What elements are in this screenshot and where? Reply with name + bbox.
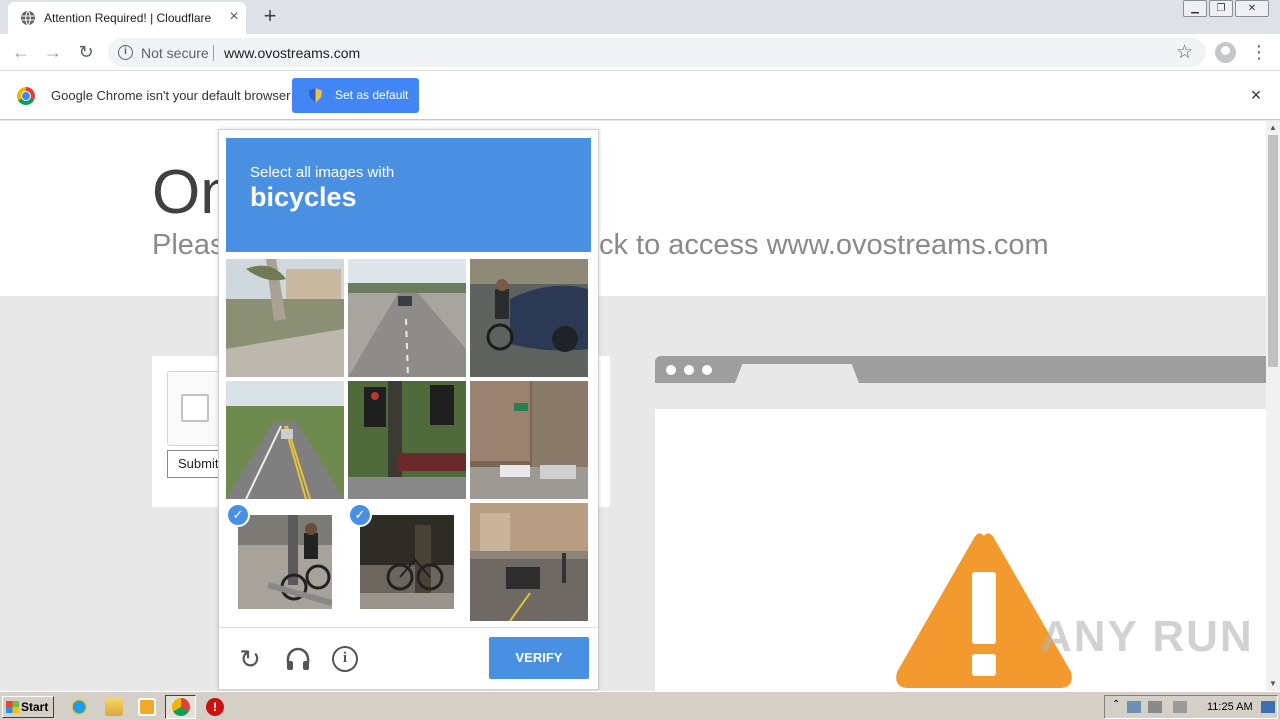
chrome-logo-icon xyxy=(172,698,190,716)
info-icon[interactable]: i xyxy=(118,45,133,60)
illustration-dot xyxy=(684,365,694,375)
globe-icon xyxy=(21,10,35,26)
captcha-tile-8[interactable]: ✓ xyxy=(348,503,466,621)
folder-icon[interactable] xyxy=(105,698,123,716)
tile-image xyxy=(470,259,588,377)
captcha-tile-6[interactable] xyxy=(470,381,588,499)
minimize-button[interactable]: ▁ xyxy=(1183,0,1207,17)
reload-page-button[interactable]: ↻ xyxy=(74,40,98,64)
illustration-title-bar xyxy=(655,356,1266,383)
scroll-down-arrow[interactable]: ▼ xyxy=(1266,677,1280,691)
profile-icon[interactable] xyxy=(1215,42,1236,63)
new-tab-button[interactable]: + xyxy=(258,5,282,29)
recaptcha-checkbox[interactable] xyxy=(181,394,209,422)
illustration-toolbar xyxy=(655,383,1266,409)
headphones-icon[interactable] xyxy=(285,646,311,672)
check-icon: ✓ xyxy=(348,503,372,527)
browser-tab[interactable]: Attention Required! | Cloudflare × xyxy=(8,2,246,34)
captcha-tile-1[interactable] xyxy=(226,259,344,377)
page-content: On Pleas ck to access www.ovostreams.com… xyxy=(0,121,1266,691)
start-label: Start xyxy=(21,700,49,714)
back-button[interactable]: ← xyxy=(9,40,33,64)
tile-image xyxy=(348,381,466,499)
clock[interactable]: 11:25 AM xyxy=(1207,701,1253,713)
illustration-tab xyxy=(735,364,859,383)
star-icon[interactable]: ☆ xyxy=(1176,41,1193,64)
set-as-default-button[interactable]: Set as default xyxy=(292,78,419,113)
security-indicator[interactable]: Not secure xyxy=(141,45,209,61)
scroll-thumb[interactable] xyxy=(1268,135,1278,367)
flag-icon[interactable] xyxy=(1173,701,1187,713)
media-icon[interactable] xyxy=(138,698,156,716)
default-browser-infobar: Google Chrome isn't your default browser… xyxy=(0,71,1280,120)
tab-title: Attention Required! | Cloudflare xyxy=(44,11,212,25)
set-as-default-label: Set as default xyxy=(335,88,409,102)
page-subheading-right: ck to access www.ovostreams.com xyxy=(599,229,1049,261)
illustration-dot xyxy=(666,365,676,375)
browser-titlebar: Attention Required! | Cloudflare × + ▁ ❐… xyxy=(0,0,1280,34)
menu-icon[interactable]: ⋮ xyxy=(1250,40,1268,64)
page-subheading-left: Pleas xyxy=(152,229,225,261)
captcha-tile-4[interactable] xyxy=(226,381,344,499)
address-bar[interactable]: i Not secure www.ovostreams.com ☆ xyxy=(108,38,1206,67)
captcha-tile-9[interactable] xyxy=(470,503,588,621)
close-window-button[interactable]: ✕ xyxy=(1235,0,1269,17)
separator xyxy=(213,45,214,61)
infobar-message: Google Chrome isn't your default browser xyxy=(51,88,291,103)
chrome-logo-icon xyxy=(17,87,35,105)
verify-button[interactable]: VERIFY xyxy=(489,637,589,679)
chrome-taskbar-button[interactable] xyxy=(165,695,196,719)
captcha-tile-7[interactable]: ✓ xyxy=(226,503,344,621)
infobar-close-button[interactable]: × xyxy=(1247,85,1265,105)
tile-image xyxy=(470,381,588,499)
check-icon: ✓ xyxy=(226,503,250,527)
captcha-tile-5[interactable] xyxy=(348,381,466,499)
stop-icon[interactable]: ! xyxy=(206,698,224,716)
tile-image xyxy=(238,515,332,609)
show-desktop-icon[interactable] xyxy=(1261,701,1275,713)
captcha-tile-3[interactable] xyxy=(470,259,588,377)
challenge-target: bicycles xyxy=(250,182,357,212)
tray-expand-icon[interactable]: ⌃ xyxy=(1112,699,1120,710)
warning-icon xyxy=(896,533,1072,688)
tab-close-button[interactable]: × xyxy=(226,9,242,25)
challenge-divider xyxy=(219,627,598,628)
scroll-up-arrow[interactable]: ▲ xyxy=(1266,121,1280,135)
system-tray: ⌃ 11:25 AM xyxy=(1104,695,1278,719)
hero-section: On Pleas ck to access www.ovostreams.com xyxy=(0,121,1266,296)
watermark: ANY RUN xyxy=(1040,612,1254,661)
reload-icon[interactable]: ↻ xyxy=(237,646,263,672)
illustration-dot xyxy=(702,365,712,375)
challenge-header: Select all images with bicycles xyxy=(226,138,591,252)
info-icon[interactable]: i xyxy=(332,646,358,672)
volume-icon[interactable] xyxy=(1148,701,1162,713)
windows-taskbar: Start ! ⌃ 11:25 AM xyxy=(0,691,1280,720)
captcha-tile-2[interactable] xyxy=(348,259,466,377)
recaptcha-challenge: Select all images with bicycles ✓ ✓ ↻ i … xyxy=(218,129,599,690)
tile-image xyxy=(348,259,466,377)
start-button[interactable]: Start xyxy=(2,696,54,718)
url-text[interactable]: www.ovostreams.com xyxy=(224,45,360,61)
page-scrollbar[interactable]: ▲ ▼ xyxy=(1266,121,1280,691)
restore-button[interactable]: ❐ xyxy=(1209,0,1233,17)
shield-icon xyxy=(309,88,322,103)
windows-logo-icon xyxy=(6,701,19,713)
tile-image xyxy=(226,381,344,499)
tile-image xyxy=(470,503,588,621)
forward-button[interactable]: → xyxy=(41,40,65,64)
tile-image xyxy=(360,515,454,609)
ie-icon[interactable] xyxy=(72,698,90,716)
browser-toolbar: ← → ↻ i Not secure www.ovostreams.com ☆ … xyxy=(0,34,1280,71)
tile-image xyxy=(226,259,344,377)
challenge-instruction: Select all images with xyxy=(250,164,395,181)
network-icon[interactable] xyxy=(1127,701,1141,713)
